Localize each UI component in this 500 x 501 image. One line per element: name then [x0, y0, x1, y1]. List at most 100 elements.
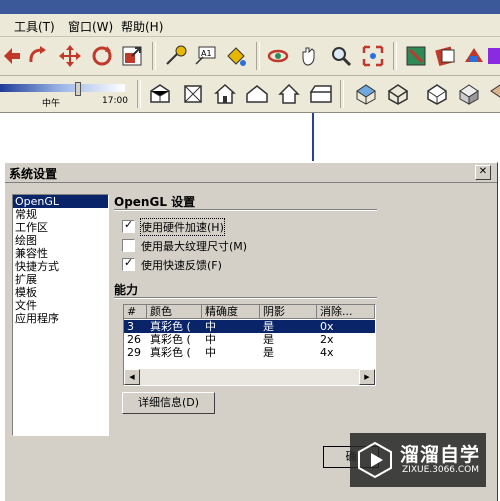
push-pull-icon[interactable]	[0, 44, 24, 68]
settings-category-item[interactable]: 工作区	[13, 221, 108, 234]
fast-feedback-checkbox[interactable]: ✓	[122, 256, 135, 271]
main-toolbar: A1	[0, 37, 500, 76]
hidden-line-style-icon[interactable]	[425, 82, 449, 106]
watermark-url: ZIXUE.3066.COM	[402, 465, 480, 475]
scale-icon[interactable]	[120, 44, 144, 68]
table-cell: 29	[127, 346, 141, 359]
toolbar-separator	[393, 42, 397, 70]
table-cell: 中	[205, 346, 216, 359]
hardware-accel-label[interactable]: 使用硬件加速(H)	[140, 218, 225, 236]
table-cell: 是	[263, 346, 274, 359]
xray-style-icon[interactable]	[354, 82, 378, 106]
settings-category-item[interactable]: 应用程序	[13, 312, 108, 325]
textured-style-icon[interactable]	[488, 82, 500, 106]
warehouse-icon[interactable]	[462, 44, 486, 68]
max-texture-checkbox[interactable]	[122, 239, 135, 252]
orbit-icon[interactable]	[266, 44, 290, 68]
shaded-style-icon[interactable]	[457, 82, 481, 106]
toolbar-separator	[152, 42, 156, 70]
settings-category-item[interactable]: 绘图	[13, 234, 108, 247]
shadow-time-slider[interactable]	[75, 82, 81, 96]
materials-icon[interactable]	[434, 44, 458, 68]
table-cell: 26	[127, 333, 141, 346]
settings-category-list[interactable]: OpenGL 常规 工作区 绘图 兼容性 快捷方式 扩展 模板 文件 应用程序	[12, 194, 109, 436]
watermark-brand: 溜溜自学	[400, 444, 481, 466]
scroll-left-button[interactable]: ◀	[124, 369, 140, 385]
menu-bar: 工具(T) 窗口(W) 帮助(H)	[0, 14, 500, 37]
top-view-icon[interactable]	[181, 82, 205, 106]
menu-window[interactable]: 窗口(W)	[68, 18, 113, 35]
back-view-icon[interactable]	[277, 82, 301, 106]
table-cell: 0x	[320, 320, 334, 333]
end-time-label: 17:00	[102, 96, 128, 106]
dimension-text-icon[interactable]: A1	[193, 44, 217, 68]
front-view-icon[interactable]	[213, 82, 237, 106]
wireframe-style-icon[interactable]	[386, 82, 410, 106]
column-header-precision[interactable]: 精确度	[202, 305, 260, 319]
zoom-extents-icon[interactable]	[361, 44, 385, 68]
fast-feedback-label[interactable]: 使用快速反馈(F)	[141, 257, 222, 273]
blue-axis-line	[312, 113, 314, 161]
play-logo-icon	[358, 441, 392, 479]
hardware-accel-checkbox[interactable]: ✓	[122, 218, 135, 233]
follow-me-icon[interactable]	[26, 44, 50, 68]
settings-category-item[interactable]: 快捷方式	[13, 260, 108, 273]
settings-category-item[interactable]: 模板	[13, 286, 108, 299]
table-cell: 真彩色 (	[150, 320, 191, 333]
scroll-right-button[interactable]: ▶	[359, 369, 375, 385]
iso-view-icon[interactable]	[148, 82, 172, 106]
paint-bucket-icon[interactable]	[224, 44, 248, 68]
title-divider	[5, 182, 497, 183]
pan-hand-icon[interactable]	[297, 44, 321, 68]
toolbar-separator	[340, 80, 344, 108]
tape-measure-icon[interactable]	[164, 44, 188, 68]
capabilities-section-title: 能力	[114, 283, 139, 297]
toolbar-separator	[137, 80, 141, 108]
settings-category-item[interactable]: 常规	[13, 208, 108, 221]
column-header-color[interactable]: 颜色	[147, 305, 202, 319]
table-cell: 真彩色 (	[150, 346, 191, 359]
dialog-title-bar: 系统设置 ✕	[5, 163, 497, 182]
table-horizontal-scrollbar[interactable]: ◀ ▶	[124, 369, 375, 385]
column-header-antialias[interactable]: 消除...	[317, 305, 375, 319]
table-cell: 3	[127, 320, 134, 333]
table-cell: 是	[263, 320, 274, 333]
settings-category-item[interactable]: OpenGL	[13, 195, 108, 208]
extension-icon[interactable]	[486, 44, 500, 68]
left-view-icon[interactable]	[309, 82, 333, 106]
shadow-time-gradient	[0, 84, 125, 92]
zoom-magnifier-icon[interactable]	[329, 44, 353, 68]
scroll-track[interactable]	[140, 369, 359, 385]
table-cell: 中	[205, 320, 216, 333]
settings-category-item[interactable]: 扩展	[13, 273, 108, 286]
details-button[interactable]: 详细信息(D)	[122, 392, 215, 414]
table-row[interactable]: 3 真彩色 ( 中 是 0x	[124, 320, 375, 333]
column-header-shadow[interactable]: 阴影	[260, 305, 317, 319]
right-view-icon[interactable]	[245, 82, 269, 106]
table-row[interactable]: 29 真彩色 ( 中 是 4x	[124, 346, 375, 359]
rotate-icon[interactable]	[90, 44, 114, 68]
menu-help[interactable]: 帮助(H)	[121, 18, 163, 35]
opengl-section-title: OpenGL 设置	[114, 195, 196, 209]
section-divider	[114, 209, 377, 211]
table-row[interactable]: 26 真彩色 (中 是 2x	[124, 333, 375, 346]
noon-label: 中午	[42, 99, 61, 109]
view-toolbar: 中午 17:00	[0, 76, 500, 113]
move-icon[interactable]	[58, 44, 82, 68]
settings-category-item[interactable]: 兼容性	[13, 247, 108, 260]
section-divider	[114, 297, 377, 299]
column-header-index[interactable]: #	[124, 305, 147, 319]
app-title-strip	[0, 0, 500, 14]
table-cell: 4x	[320, 346, 334, 359]
table-cell: 真彩色 (	[150, 333, 191, 346]
menu-tools[interactable]: 工具(T)	[14, 18, 55, 35]
table-cell: 2x	[320, 333, 334, 346]
settings-category-item[interactable]: 文件	[13, 299, 108, 312]
toolbar-separator	[256, 42, 260, 70]
close-button[interactable]: ✕	[475, 165, 491, 180]
watermark-badge: 溜溜自学 ZIXUE.3066.COM	[350, 433, 486, 487]
table-cell: 是	[263, 333, 274, 346]
max-texture-label[interactable]: 使用最大纹理尺寸(M)	[141, 238, 247, 254]
components-icon[interactable]	[404, 44, 428, 68]
capabilities-table[interactable]: # 颜色 精确度 阴影 消除... 3 真彩色 (中是 0x 26 真彩色 (中是 2x 2…	[123, 304, 376, 386]
